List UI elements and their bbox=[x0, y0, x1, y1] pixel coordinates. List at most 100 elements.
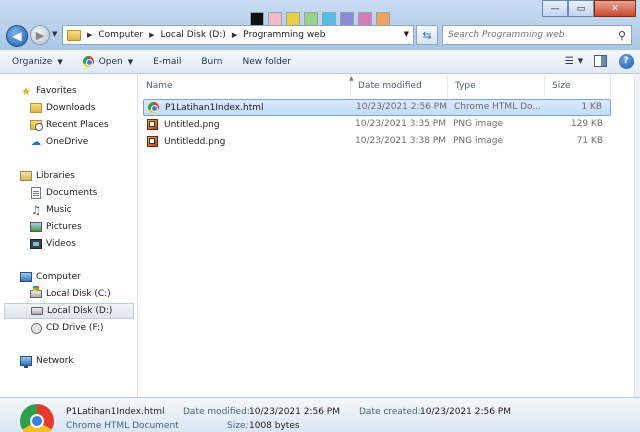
table-row[interactable]: P1Latihan1Index.html 10/23/2021 2:56 PM … bbox=[143, 99, 611, 116]
png-icon bbox=[147, 136, 158, 147]
nav-label: CD Drive (F:) bbox=[46, 323, 104, 333]
breadcrumb-programming-web[interactable]: Programming web bbox=[243, 30, 325, 40]
back-arrow-icon: ◀ bbox=[12, 29, 22, 43]
column-header-size[interactable]: Size bbox=[545, 75, 611, 97]
nav-local-disk-c[interactable]: Local Disk (C:) bbox=[0, 286, 136, 302]
search-input[interactable] bbox=[448, 30, 608, 40]
nav-libraries[interactable]: Libraries bbox=[0, 168, 136, 184]
computer-icon bbox=[20, 272, 32, 282]
view-list-icon: ☰ bbox=[564, 55, 574, 67]
nav-network[interactable]: Network bbox=[0, 353, 136, 369]
nav-label: Recent Places bbox=[46, 120, 109, 130]
column-label: Size bbox=[552, 81, 571, 91]
nav-music[interactable]: ♫ Music bbox=[0, 202, 136, 218]
nav-recent-places[interactable]: Recent Places bbox=[0, 117, 136, 133]
view-controls: ☰ ▼ ? bbox=[564, 53, 634, 69]
table-row[interactable]: Untitledd.png 10/23/2021 3:38 PM PNG ima… bbox=[143, 134, 611, 151]
nav-downloads[interactable]: Downloads bbox=[0, 100, 136, 116]
chevron-down-icon: ▼ bbox=[52, 30, 58, 38]
file-size: 71 KB bbox=[576, 136, 603, 146]
close-icon: ✕ bbox=[611, 3, 619, 14]
column-label: Date modified bbox=[358, 81, 422, 91]
burn-button[interactable]: Burn bbox=[201, 57, 222, 67]
details-filetype: Chrome HTML Document bbox=[66, 421, 179, 431]
downloads-folder-icon bbox=[30, 103, 42, 113]
nav-computer[interactable]: Computer bbox=[0, 269, 136, 285]
chevron-down-icon: ▼ bbox=[57, 57, 63, 66]
address-dropdown-icon[interactable]: ▼ bbox=[404, 30, 409, 38]
new-folder-button[interactable]: New folder bbox=[243, 57, 292, 67]
breadcrumb-local-disk-d[interactable]: Local Disk (D:) bbox=[161, 30, 226, 40]
chevron-right-icon: ▶ bbox=[149, 31, 155, 39]
windows-drive-icon bbox=[30, 286, 42, 298]
organize-label: Organize bbox=[12, 56, 53, 67]
table-row[interactable]: Untitled.png 10/23/2021 3:35 PM PNG imag… bbox=[143, 117, 611, 134]
file-type: Chrome HTML Do... bbox=[454, 102, 541, 112]
file-date: 10/23/2021 2:56 PM bbox=[356, 102, 447, 112]
column-label: Type bbox=[455, 81, 476, 91]
close-button[interactable]: ✕ bbox=[594, 0, 636, 17]
videos-icon bbox=[30, 239, 42, 249]
address-bar[interactable]: ▶ Computer ▶ Local Disk (D:) ▶ Programmi… bbox=[62, 25, 414, 45]
breadcrumb-computer[interactable]: Computer bbox=[98, 30, 143, 40]
minimize-button[interactable]: — bbox=[542, 0, 568, 17]
command-bar: Organize ▼ Open ▼ E-mail Burn New folder… bbox=[0, 50, 640, 74]
chevron-down-icon: ▼ bbox=[127, 57, 134, 66]
maximize-button[interactable]: ▭ bbox=[568, 0, 594, 17]
maximize-icon: ▭ bbox=[576, 3, 586, 14]
nav-documents[interactable]: Documents bbox=[0, 185, 136, 201]
nav-label: Documents bbox=[46, 188, 98, 198]
new-folder-label: New folder bbox=[242, 56, 292, 67]
nav-cd-drive[interactable]: CD Drive (F:) bbox=[0, 320, 136, 336]
vertical-scrollbar[interactable] bbox=[634, 75, 640, 397]
column-header-date-modified[interactable]: Date modified bbox=[351, 75, 448, 97]
refresh-button[interactable]: ⇆ bbox=[416, 25, 438, 45]
search-box[interactable]: ⚲ bbox=[442, 25, 632, 45]
chrome-icon bbox=[82, 56, 94, 67]
help-button[interactable]: ? bbox=[618, 53, 634, 69]
chrome-file-large-icon bbox=[20, 404, 54, 432]
nav-label: Local Disk (C:) bbox=[46, 289, 111, 299]
email-button[interactable]: E-mail bbox=[153, 57, 181, 67]
nav-label: Videos bbox=[46, 239, 76, 249]
back-button[interactable]: ◀ bbox=[6, 25, 28, 47]
minimize-icon: — bbox=[550, 3, 560, 14]
preview-pane-icon bbox=[593, 55, 607, 67]
nav-favorites[interactable]: ★ Favorites bbox=[0, 83, 136, 99]
navigation-pane: ★ Favorites Downloads Recent Places ☁ OneD… bbox=[0, 75, 138, 397]
network-icon bbox=[20, 356, 32, 368]
chevron-down-icon: ▼ bbox=[577, 57, 584, 65]
change-view-button[interactable]: ☰ ▼ bbox=[564, 53, 584, 69]
file-type: PNG image bbox=[453, 136, 504, 146]
music-icon: ♫ bbox=[31, 203, 41, 217]
pictures-icon bbox=[30, 222, 42, 232]
star-icon: ★ bbox=[21, 84, 31, 98]
details-date-created-label: Date created: bbox=[359, 407, 421, 417]
cd-drive-icon bbox=[30, 322, 42, 334]
column-header-type[interactable]: Type bbox=[448, 75, 545, 97]
nav-label: Music bbox=[46, 205, 72, 215]
column-label: Name bbox=[146, 81, 173, 91]
nav-local-disk-d[interactable]: Local Disk (D:) bbox=[4, 303, 134, 319]
details-date-modified-label: Date modified: bbox=[183, 407, 250, 417]
nav-label: Favorites bbox=[36, 86, 77, 96]
forward-button[interactable]: ▶ bbox=[30, 25, 50, 45]
nav-pictures[interactable]: Pictures bbox=[0, 219, 136, 235]
details-size: 1008 bytes bbox=[249, 421, 300, 431]
file-type: PNG image bbox=[453, 119, 504, 129]
file-name: P1Latihan1Index.html bbox=[165, 102, 264, 113]
nav-label: Libraries bbox=[36, 171, 75, 181]
search-icon[interactable]: ⚲ bbox=[618, 29, 626, 42]
organize-button[interactable]: Organize ▼ bbox=[12, 57, 63, 67]
nav-label: Network bbox=[36, 356, 74, 366]
nav-videos[interactable]: Videos bbox=[0, 236, 136, 252]
png-icon bbox=[147, 119, 158, 130]
email-label: E-mail bbox=[153, 56, 182, 67]
column-header-name[interactable]: Name bbox=[139, 75, 351, 97]
forward-arrow-icon: ▶ bbox=[35, 28, 45, 42]
file-list: Name ▲ Date modified Type Size P1Latihan… bbox=[139, 75, 640, 397]
nav-onedrive[interactable]: ☁ OneDrive bbox=[0, 134, 136, 150]
open-button[interactable]: Open ▼ bbox=[82, 56, 134, 67]
recent-pages-dropdown[interactable]: ▼ bbox=[52, 30, 57, 38]
preview-pane-button[interactable] bbox=[592, 53, 608, 69]
